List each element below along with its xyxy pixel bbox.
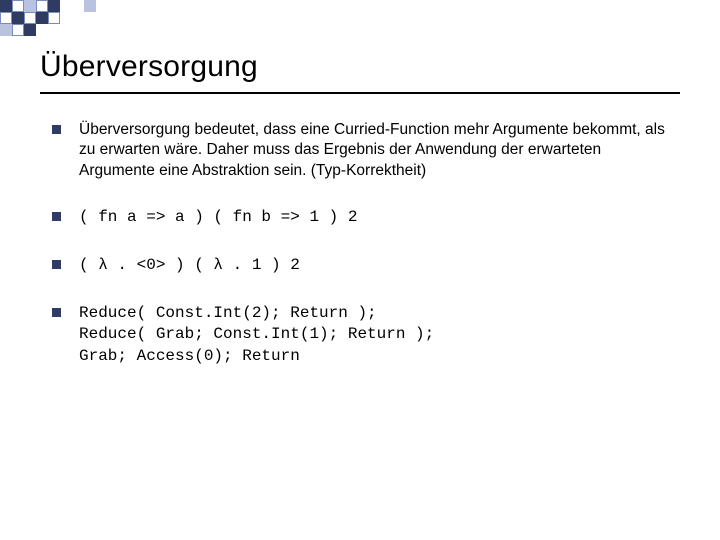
deco-square bbox=[84, 0, 96, 12]
list-item-code: ( λ . <0> ) ( λ . 1 ) 2 bbox=[79, 255, 300, 277]
deco-square bbox=[24, 12, 36, 24]
list-item: ( fn a => a ) ( fn b => 1 ) 2 bbox=[52, 207, 676, 229]
deco-square bbox=[48, 0, 60, 12]
deco-square bbox=[0, 12, 12, 24]
deco-square bbox=[0, 24, 12, 36]
slide: Überversorgung Überversorgung bedeutet, … bbox=[0, 0, 720, 540]
bullet-icon bbox=[52, 308, 61, 317]
title-block: Überversorgung bbox=[40, 50, 680, 94]
deco-square bbox=[12, 24, 24, 36]
deco-square bbox=[60, 0, 72, 12]
list-item: Reduce( Const.Int(2); Return ); Reduce( … bbox=[52, 303, 676, 368]
content-area: Überversorgung bedeutet, dass eine Curri… bbox=[52, 120, 676, 367]
deco-square bbox=[0, 0, 12, 12]
deco-square bbox=[36, 12, 48, 24]
slide-title: Überversorgung bbox=[40, 50, 680, 84]
title-rule bbox=[40, 92, 680, 94]
list-item-code: Reduce( Const.Int(2); Return ); Reduce( … bbox=[79, 303, 434, 368]
deco-square bbox=[48, 12, 60, 24]
bullet-icon bbox=[52, 125, 61, 134]
deco-square bbox=[24, 0, 36, 12]
bullet-icon bbox=[52, 260, 61, 269]
list-item: Überversorgung bedeutet, dass eine Curri… bbox=[52, 120, 676, 181]
deco-square bbox=[72, 0, 84, 12]
deco-square bbox=[36, 0, 48, 12]
list-item: ( λ . <0> ) ( λ . 1 ) 2 bbox=[52, 255, 676, 277]
deco-square bbox=[12, 0, 24, 12]
corner-decoration bbox=[0, 0, 720, 40]
deco-square bbox=[12, 12, 24, 24]
bullet-icon bbox=[52, 212, 61, 221]
list-item-code: ( fn a => a ) ( fn b => 1 ) 2 bbox=[79, 207, 357, 229]
list-item-text: Überversorgung bedeutet, dass eine Curri… bbox=[79, 120, 676, 181]
deco-square bbox=[24, 24, 36, 36]
